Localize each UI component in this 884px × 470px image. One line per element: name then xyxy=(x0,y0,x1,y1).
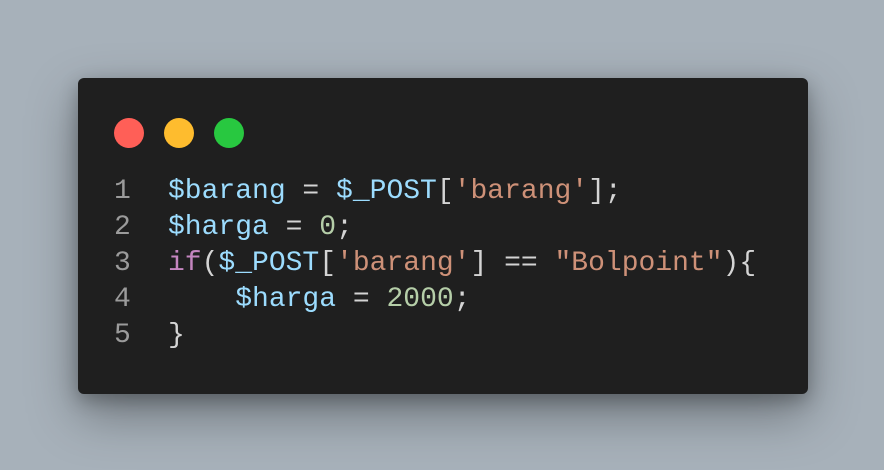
code-token-variable: $_POST xyxy=(218,248,320,279)
code-token-plain: [ xyxy=(436,176,454,207)
zoom-dot-icon[interactable] xyxy=(214,118,244,148)
code-text: if($_POST['barang'] == "Bolpoint"){ xyxy=(168,246,756,282)
code-token-plain: [ xyxy=(319,248,337,279)
code-text: $barang = $_POST['barang']; xyxy=(168,174,622,210)
code-token-variable: $barang xyxy=(168,176,286,207)
code-window: 1 $barang = $_POST['barang']; 2 $harga = 0;… xyxy=(78,78,808,394)
code-token-variable: $harga xyxy=(235,284,337,315)
code-line: 1 $barang = $_POST['barang']; xyxy=(114,174,788,210)
code-token-plain: = xyxy=(268,212,320,243)
code-token-plain: ] == xyxy=(470,248,555,279)
code-token-plain: } xyxy=(168,320,185,351)
code-token-plain: ; xyxy=(336,212,353,243)
code-line: 5} xyxy=(114,318,788,354)
code-token-plain: ; xyxy=(453,284,471,315)
close-dot-icon[interactable] xyxy=(114,118,144,148)
code-line: 2 $harga = 0; xyxy=(114,210,788,246)
code-line: 4 $harga = 2000; xyxy=(114,282,788,318)
line-number: 4 xyxy=(114,284,131,315)
code-token-string: 'barang' xyxy=(336,248,471,279)
line-number: 2 xyxy=(114,212,131,243)
code-token-plain: ]; xyxy=(588,176,622,207)
code-token-number: 2000 xyxy=(386,284,454,315)
code-token-variable: $_POST xyxy=(336,176,437,207)
code-text: $harga = 0; xyxy=(168,210,353,246)
minimize-dot-icon[interactable] xyxy=(164,118,194,148)
code-text: $harga = 2000; xyxy=(168,282,471,318)
line-number: 3 xyxy=(114,248,131,279)
code-token-plain: ( xyxy=(201,248,219,279)
line-number: 5 xyxy=(114,320,131,351)
code-token-plain: = xyxy=(285,176,337,207)
code-token-keyword: if xyxy=(168,248,202,279)
code-token-number: 0 xyxy=(319,212,337,243)
code-token-plain: = xyxy=(336,284,387,315)
code-block: 1 $barang = $_POST['barang']; 2 $harga = 0;… xyxy=(114,174,788,354)
code-token-string: "Bolpoint" xyxy=(554,248,723,279)
code-token-string: 'barang' xyxy=(453,176,589,207)
code-line: 3 if($_POST['barang'] == "Bolpoint"){ xyxy=(114,246,788,282)
line-number: 1 xyxy=(114,176,131,207)
code-token-plain: ){ xyxy=(722,248,757,279)
window-controls xyxy=(114,118,244,148)
code-text: } xyxy=(168,318,185,354)
code-token-variable: $harga xyxy=(168,212,269,243)
